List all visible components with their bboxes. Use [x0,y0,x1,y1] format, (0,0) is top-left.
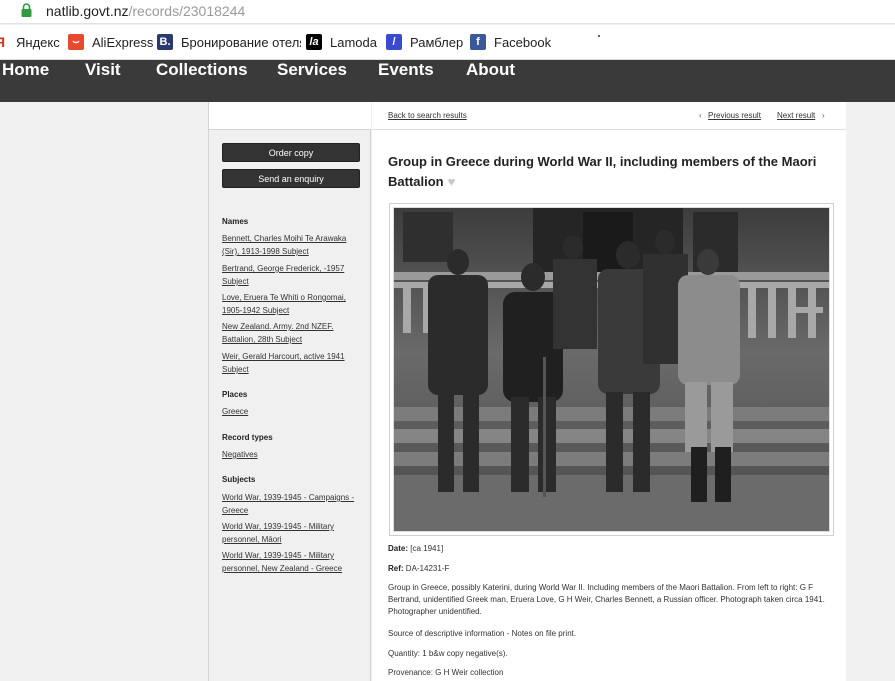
nav-events[interactable]: Events [378,60,434,80]
name-link[interactable]: Bennett, Charles Moihi Te Arawaka (Sir),… [222,232,362,258]
record-date: Date: [ca 1941] [388,544,444,553]
nav-services[interactable]: Services [277,60,347,80]
record-sidebar: Order copy Send an enquiry Names Bennett… [208,102,371,681]
back-to-results-link[interactable]: Back to search results [388,111,467,120]
record-photo[interactable] [389,203,834,536]
record-ref: Ref: DA-14231-F [388,564,450,573]
record-quantity: Quantity: 1 b&w copy negative(s). [388,649,508,658]
nav-visit[interactable]: Visit [85,60,121,80]
name-link[interactable]: Love, Eruera Te Whiti o Rongomai, 1905-1… [222,291,362,317]
photograph-image [393,207,830,532]
record-type-link[interactable]: Negatives [222,448,362,461]
separator-dot [598,35,600,37]
name-link[interactable]: Bertrand, George Frederick, -1957 Subjec… [222,262,362,288]
record-title: Group in Greece during World War II, inc… [388,154,817,189]
yandex-icon: Я [0,34,6,50]
chevron-left-icon: ‹ [699,111,702,120]
bookmark-facebook[interactable]: f Facebook [470,33,551,51]
name-link[interactable]: New Zealand. Army. 2nd NZEF. Battalion, … [222,320,362,346]
bookmark-yandex[interactable]: Я Яндекс [0,33,60,51]
nav-collections[interactable]: Collections [156,60,248,80]
names-heading: Names [222,217,249,226]
bookmark-lamoda[interactable]: la Lamoda [306,33,377,51]
lock-icon [21,3,32,17]
place-link[interactable]: Greece [222,405,362,418]
record-description: Group in Greece, possibly Katerini, duri… [388,583,825,616]
sidebar-header [209,102,371,130]
url-text[interactable]: natlib.govt.nz/records/23018244 [46,3,245,19]
bookmark-booking[interactable]: B. Бронирование отеля [157,33,301,51]
nav-about[interactable]: About [466,60,515,80]
next-result-link[interactable]: Next result [777,111,815,120]
subject-link[interactable]: World War, 1939-1945 - Military personne… [222,520,362,546]
bookmark-rambler[interactable]: / Рамблер [386,33,463,51]
booking-icon: B. [157,34,173,50]
heart-icon[interactable]: ♥ [448,174,456,189]
aliexpress-icon: ⌣ [68,34,84,50]
subject-link[interactable]: World War, 1939-1945 - Military personne… [222,549,362,575]
record-provenance: Provenance: G H Weir collection [388,668,504,677]
address-bar[interactable]: natlib.govt.nz/records/23018244 [0,0,895,24]
rambler-icon: / [386,34,402,50]
record-source: Source of descriptive information - Note… [388,629,577,638]
name-link[interactable]: Weir, Gerald Harcourt, active 1941 Subje… [222,350,362,376]
bookmark-aliexpress[interactable]: ⌣ AliExpress [68,33,153,51]
places-heading: Places [222,390,248,399]
previous-result-link[interactable]: Previous result [708,111,761,120]
left-gutter [0,102,208,681]
record-main: Back to search results ‹ Previous result… [372,102,846,681]
subject-link[interactable]: World War, 1939-1945 - Campaigns - Greec… [222,491,362,517]
facebook-icon: f [470,34,486,50]
order-copy-button[interactable]: Order copy [222,143,360,162]
send-enquiry-button[interactable]: Send an enquiry [222,169,360,188]
record-types-heading: Record types [222,433,273,442]
subjects-heading: Subjects [222,475,256,484]
right-gutter [846,102,895,681]
lamoda-icon: la [306,34,322,50]
chevron-right-icon: › [822,111,825,120]
bookmarks-bar: Я Яндекс ⌣ AliExpress B. Бронирование от… [0,25,895,60]
site-navigation: Home Visit Collections Services Events A… [0,60,895,102]
record-navigation: Back to search results ‹ Previous result… [372,102,846,130]
nav-home[interactable]: Home [2,60,49,80]
